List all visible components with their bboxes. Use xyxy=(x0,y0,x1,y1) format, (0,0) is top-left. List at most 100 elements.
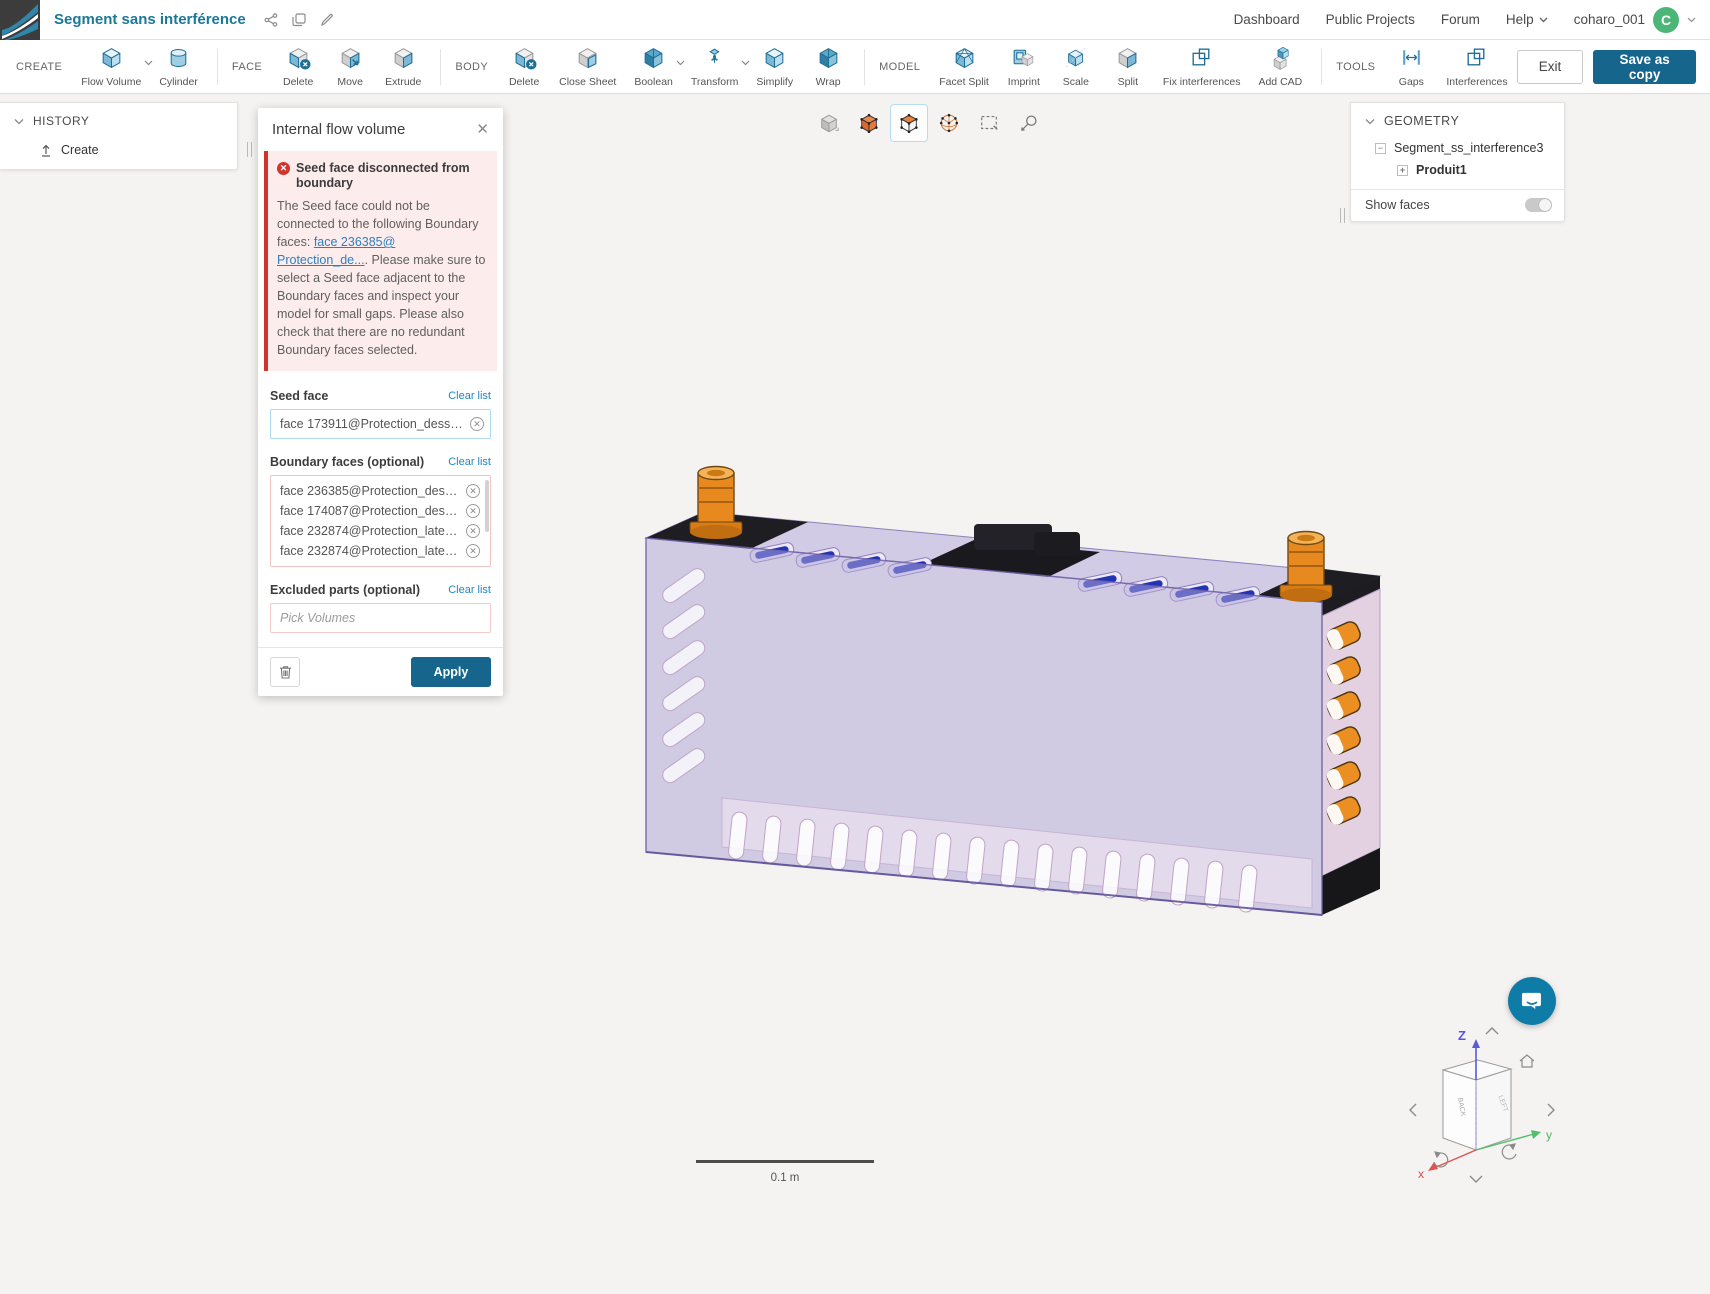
remove-face-icon[interactable]: ✕ xyxy=(466,544,480,558)
boundary-clear-list-link[interactable]: Clear list xyxy=(448,456,491,468)
close-icon[interactable]: ✕ xyxy=(476,122,489,137)
terminal-right[interactable] xyxy=(1280,532,1332,603)
help-menu[interactable]: Help xyxy=(1506,12,1548,27)
expand-node-icon[interactable]: + xyxy=(1397,165,1408,176)
probe-button[interactable] xyxy=(1010,104,1048,142)
dialog-title: Internal flow volume xyxy=(272,121,405,138)
boundary-face-item[interactable]: face 232874@Protection_lateral(Pr... ✕ xyxy=(271,521,486,541)
body-delete-icon xyxy=(512,45,537,75)
toolbar-item-label: Delete xyxy=(283,76,313,88)
toolbar-item-simplify[interactable]: Simplify xyxy=(756,45,793,88)
boundary-face-name: face 232874@Protection_lateral(Pr... xyxy=(280,524,460,538)
delete-operation-button[interactable] xyxy=(270,657,300,687)
toolbar-item-boolean[interactable]: Boolean xyxy=(634,45,673,88)
toolbar-item-fix-interferences[interactable]: Fix interferences xyxy=(1163,45,1241,88)
toolbar-separator xyxy=(217,49,218,85)
toolbar-separator xyxy=(864,49,865,85)
toolbar-item-wrap[interactable]: Wrap xyxy=(811,45,845,88)
toolbar-item-interferences[interactable]: Interferences xyxy=(1446,45,1507,88)
toolbar-item-delete[interactable]: Delete xyxy=(281,45,315,88)
toolbar-item-facet-split[interactable]: Facet Split xyxy=(939,45,989,88)
3d-model-battery-segment[interactable] xyxy=(622,446,1392,926)
seed-clear-list-link[interactable]: Clear list xyxy=(448,390,491,402)
rotate-up-chevron[interactable] xyxy=(1486,1028,1498,1034)
chevron-down-icon[interactable] xyxy=(741,53,750,71)
geometry-resize-handle[interactable] xyxy=(1340,208,1345,223)
list-scrollbar[interactable] xyxy=(485,480,489,532)
remove-face-icon[interactable]: ✕ xyxy=(466,504,480,518)
chevron-down-icon[interactable] xyxy=(676,53,685,71)
dialog-resize-handle[interactable] xyxy=(247,142,252,157)
username: coharo_001 xyxy=(1574,12,1645,27)
home-view-icon[interactable] xyxy=(1520,1055,1534,1067)
app-logo-icon[interactable] xyxy=(0,0,40,40)
support-chat-button[interactable] xyxy=(1508,977,1556,1025)
toolbar-item-label: Interferences xyxy=(1446,76,1507,88)
toolbar-item-transform[interactable]: Transform xyxy=(691,45,738,88)
select-faces-button[interactable] xyxy=(890,104,928,142)
apply-button[interactable]: Apply xyxy=(411,657,491,687)
select-volumes-button[interactable] xyxy=(850,104,888,142)
tree-node-produit1[interactable]: + Produit1 xyxy=(1351,159,1564,181)
seed-face-input[interactable]: face 173911@Protection_dessus(Pro... ✕ xyxy=(270,409,491,439)
boundary-face-item[interactable]: face 174087@Protection_dessus(Pr...✕ xyxy=(271,501,486,521)
terminal-left[interactable] xyxy=(690,467,742,540)
toolbar-item-add-cad[interactable]: Add CAD xyxy=(1258,45,1302,88)
boundary-face-name: face 232874@Protection_lateral(Pr... xyxy=(280,544,460,558)
rotate-right-chevron[interactable] xyxy=(1548,1104,1554,1116)
show-faces-label: Show faces xyxy=(1365,198,1430,212)
toolbar-item-cylinder[interactable]: Cylinder xyxy=(159,45,198,88)
nav-dashboard[interactable]: Dashboard xyxy=(1234,12,1300,27)
box-select-button[interactable] xyxy=(970,104,1008,142)
boundary-faces-list[interactable]: face 236385@Protection_dessous(P...✕face… xyxy=(270,475,491,567)
axis-y-label: y xyxy=(1546,1128,1552,1142)
create-step-icon xyxy=(40,144,52,157)
show-faces-toggle[interactable] xyxy=(1525,198,1552,212)
trash-icon xyxy=(279,665,292,679)
toolbar-item-close-sheet[interactable]: Close Sheet xyxy=(559,45,616,88)
select-vertices-button[interactable] xyxy=(930,104,968,142)
simplify-icon xyxy=(762,45,787,75)
collapse-node-icon[interactable]: − xyxy=(1375,143,1386,154)
share-icon[interactable] xyxy=(264,13,278,27)
toolbar-item-split[interactable]: Split xyxy=(1111,45,1145,88)
isometric-view-icon xyxy=(818,112,840,134)
remove-face-icon[interactable]: ✕ xyxy=(466,524,480,538)
chevron-down-icon[interactable] xyxy=(144,53,153,71)
toolbar-item-flow-volume[interactable]: Flow Volume xyxy=(81,45,141,88)
toolbar-item-scale[interactable]: Scale xyxy=(1059,45,1093,88)
history-item-create[interactable]: Create xyxy=(0,137,237,169)
add-cad-icon xyxy=(1268,45,1293,75)
collapse-chevron-icon[interactable] xyxy=(1365,118,1375,125)
toolbar-item-label: Facet Split xyxy=(939,76,989,88)
save-as-copy-button[interactable]: Save as copy xyxy=(1593,50,1696,84)
toolbar-item-gaps[interactable]: Gaps xyxy=(1394,45,1428,88)
copy-icon[interactable] xyxy=(292,13,306,27)
toolbar-item-imprint[interactable]: Imprint xyxy=(1007,45,1041,88)
toolbar-item-move[interactable]: Move xyxy=(333,45,367,88)
nav-forum[interactable]: Forum xyxy=(1441,12,1480,27)
toolbar-item-delete[interactable]: Delete xyxy=(507,45,541,88)
exit-button[interactable]: Exit xyxy=(1517,50,1584,84)
excluded-parts-input[interactable]: Pick Volumes xyxy=(270,603,491,633)
tree-node-root[interactable]: − Segment_ss_interference3 xyxy=(1351,137,1564,159)
avatar[interactable]: C xyxy=(1653,7,1679,33)
navigation-cube[interactable]: BACK LEFT Z x y xyxy=(1398,1018,1566,1193)
boundary-face-item[interactable]: face 232874@Protection_lateral(Pr... ✕ xyxy=(271,541,486,561)
collapse-chevron-icon[interactable] xyxy=(14,118,24,125)
rotate-down-chevron[interactable] xyxy=(1470,1176,1482,1182)
rotate-left-chevron[interactable] xyxy=(1410,1104,1416,1116)
toolbar-item-label: Close Sheet xyxy=(559,76,616,88)
remove-face-icon[interactable]: ✕ xyxy=(466,484,480,498)
edit-pencil-icon[interactable] xyxy=(320,13,334,27)
toolbar-item-extrude[interactable]: Extrude xyxy=(385,45,421,88)
nav-public-projects[interactable]: Public Projects xyxy=(1326,12,1415,27)
toolbar-item-label: Scale xyxy=(1063,76,1089,88)
boundary-face-item[interactable]: face 236385@Protection_dessous(P...✕ xyxy=(271,481,486,501)
select-volumes-icon xyxy=(858,112,880,134)
view-toolbar xyxy=(810,104,1048,142)
isometric-view-button[interactable] xyxy=(810,104,848,142)
excluded-clear-list-link[interactable]: Clear list xyxy=(448,584,491,596)
remove-seed-face-icon[interactable]: ✕ xyxy=(470,417,484,431)
user-chevron-down-icon[interactable] xyxy=(1687,17,1696,23)
